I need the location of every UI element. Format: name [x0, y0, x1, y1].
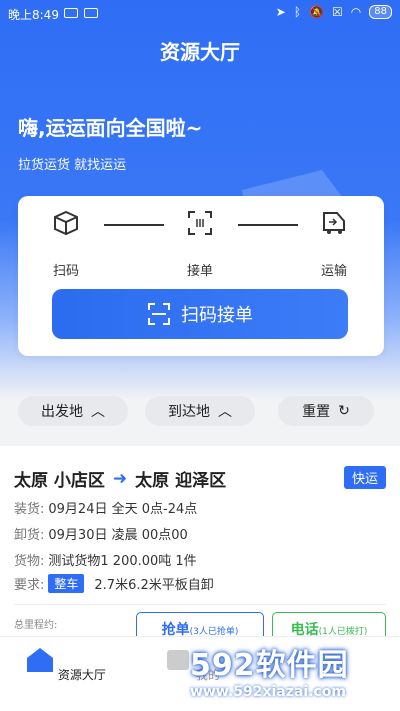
step-label: 接单	[186, 264, 213, 279]
load-key: 装货:	[14, 502, 45, 517]
scan-frame-icon	[188, 211, 212, 235]
route-from: 太原 小店区	[14, 471, 105, 491]
step-connector	[238, 224, 298, 226]
divider	[14, 604, 386, 605]
fast-badge: 快运	[343, 466, 386, 489]
step-scan: 扫码	[36, 210, 96, 279]
battery-icon: 88	[369, 5, 392, 19]
unload-key: 卸货:	[14, 528, 45, 543]
route-to: 太原 迎泽区	[135, 471, 227, 491]
page-title: 资源大厅	[160, 40, 240, 64]
route: 太原 小店区 ➜ 太原 迎泽区	[14, 466, 227, 492]
status-time: 晚上8:49	[8, 8, 59, 22]
step-accept: 接单	[170, 210, 230, 279]
step-transport: 运输	[304, 210, 364, 279]
load-row: 装货: 09月24日 全天 0点-24点	[14, 498, 197, 517]
refresh-icon: ↻	[338, 403, 350, 419]
truck-icon	[323, 212, 345, 234]
scan-card: 扫码 接单 运输 扫码接单	[18, 196, 384, 356]
goods-value: 测试货物1 200.00吨 1件	[48, 554, 197, 569]
unload-row: 卸货: 09月30日 凌晨 00点00	[14, 524, 188, 543]
chevron-up-icon: ︿	[218, 404, 232, 420]
hero-subline: 拉货运货 就找运运	[18, 158, 127, 173]
home-icon	[27, 648, 54, 672]
step-label: 扫码	[52, 264, 79, 279]
location-icon: ➤	[275, 5, 286, 19]
chevron-up-icon: ︿	[91, 404, 105, 420]
scan-icon	[148, 303, 170, 325]
scan-accept-button[interactable]: 扫码接单	[52, 289, 348, 339]
destination-filter[interactable]: 到达地 ︿	[145, 396, 255, 426]
origin-filter[interactable]: 出发地 ︿	[18, 396, 128, 426]
watermark-brand: 592软件园	[190, 648, 349, 683]
watermark-url: www.592xiazai.com	[190, 684, 346, 700]
order-card[interactable]: 太原 小店区 ➜ 太原 迎泽区 快运 装货: 09月24日 全天 0点-24点 …	[0, 446, 400, 646]
step-label: 运输	[320, 264, 347, 279]
distance-label: 总里程约:	[14, 620, 58, 631]
destination-label: 到达地	[168, 404, 210, 420]
notification-icon	[84, 8, 98, 18]
watermark: 592软件园 www.592xiazai.com	[190, 640, 400, 711]
goods-key: 货物:	[14, 554, 45, 569]
box-icon	[54, 210, 78, 236]
bluetooth-icon: ᛒ	[293, 5, 302, 19]
wifi-icon: ◠	[350, 5, 362, 19]
status-bar: 晚上8:49 ➤ ᛒ 🔕 ☒ ◠ 88	[0, 0, 400, 26]
profile-icon	[167, 650, 190, 670]
unload-value: 09月30日 凌晨 00点00	[48, 528, 188, 543]
scan-accept-label: 扫码接单	[181, 305, 253, 326]
tab-resource-hall[interactable]: 资源大厅	[16, 647, 116, 683]
reset-label: 重置	[302, 404, 331, 420]
origin-label: 出发地	[41, 404, 83, 420]
step-connector	[104, 224, 164, 226]
filter-bar: 出发地 ︿ 到达地 ︿ 重置 ↻	[0, 396, 400, 428]
reset-button[interactable]: 重置 ↻	[278, 396, 374, 426]
sim-icon: ☒	[332, 5, 343, 19]
tab-label: 资源大厅	[57, 668, 106, 682]
notification-icon	[64, 8, 78, 18]
vehicle-tag: 整车	[48, 574, 85, 593]
goods-row: 货物: 测试货物1 200.00吨 1件	[14, 550, 197, 569]
require-value: 2.7米6.2米平板自卸	[94, 578, 214, 593]
require-key: 要求:	[14, 578, 45, 593]
load-value: 09月24日 全天 0点-24点	[48, 502, 198, 517]
mute-icon: 🔕	[309, 5, 325, 19]
hero-headline: 嗨,运运面向全国啦~	[18, 116, 203, 140]
require-row: 要求: 整车 2.7米6.2米平板自卸	[14, 574, 214, 593]
arrow-right-icon: ➜	[112, 468, 128, 489]
